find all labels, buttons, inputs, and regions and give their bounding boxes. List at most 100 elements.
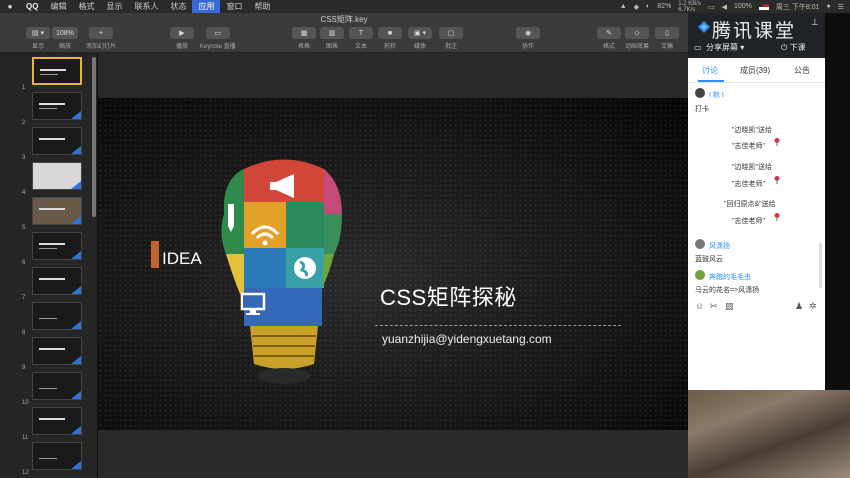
display-button[interactable]: ▤ ▾ 显示 xyxy=(26,27,50,50)
play-button[interactable]: ▶ 播放 xyxy=(170,27,194,50)
message-text: 蓝鼓风云 xyxy=(695,256,723,263)
slide-thumbnail[interactable]: 9 xyxy=(0,337,92,371)
avatar[interactable] xyxy=(695,239,705,249)
idea-bar xyxy=(151,241,159,268)
comment-button[interactable]: ▢ 批注 xyxy=(439,27,463,50)
menu-view[interactable]: 显示 xyxy=(100,0,128,13)
document-title[interactable]: CSS矩阵.key xyxy=(0,14,688,25)
classroom-logo-text: 腾讯课堂 xyxy=(712,21,797,42)
slide-canvas[interactable]: IDEA CSS矩阵探秘 yuanzhijia@yidengxuetang.co… xyxy=(98,53,688,478)
menu-contacts[interactable]: 联系人 xyxy=(128,0,164,13)
menu-qq[interactable]: QQ xyxy=(20,0,44,13)
chat-scrollbar[interactable] xyxy=(819,243,822,288)
wifi-icon[interactable]: ◐ xyxy=(646,3,650,10)
message-user[interactable]: I 默 I xyxy=(709,90,724,100)
active-tab-indicator xyxy=(698,80,724,82)
table-button[interactable]: ▦ 表格 xyxy=(292,27,316,50)
net-down: 6.7K/s xyxy=(678,6,696,13)
display-icon[interactable]: ▭ xyxy=(708,3,715,11)
shape-button[interactable]: ■ 形状 xyxy=(378,27,402,50)
menu-apps[interactable]: 应用 xyxy=(192,0,221,13)
menu-edit[interactable]: 编辑 xyxy=(44,0,72,13)
screen: ● QQ 编辑 格式 显示 联系人 状态 应用 窗口 帮助 ▲ ◆ ◐ 82% … xyxy=(0,0,850,478)
siri-icon[interactable]: ● xyxy=(826,3,830,10)
chart-button[interactable]: ▥ 图表 xyxy=(320,27,344,50)
end-class-button[interactable]: ⏻ 下课 xyxy=(781,42,806,53)
media-button[interactable]: ▣ ▾ 媒体 xyxy=(408,27,432,50)
apple-icon[interactable]: ● xyxy=(0,2,20,11)
message-user[interactable]: 奔跑的毛毛虫 xyxy=(709,272,751,282)
navigator-scrollbar[interactable] xyxy=(92,57,96,217)
settings-icon[interactable]: ✲ xyxy=(809,301,817,312)
member-settings-icon[interactable]: ♟ xyxy=(795,301,803,312)
volume-icon[interactable]: ◀ xyxy=(722,3,727,11)
sidebar-icon: ▤ ▾ xyxy=(26,27,50,39)
pin-icon[interactable]: ⊥ xyxy=(811,17,819,28)
comment-icon: ▢ xyxy=(439,27,463,39)
text-icon: T xyxy=(349,27,373,39)
clock[interactable]: 周三 下午8:01 xyxy=(776,2,820,12)
tab-members[interactable]: 成员(39) xyxy=(740,65,770,76)
slide-thumbnail[interactable]: 4 xyxy=(0,162,92,196)
share-screen-icon: ▭ xyxy=(694,43,702,52)
notification-icon[interactable]: ◆ xyxy=(634,3,639,11)
gift-from: "回归原点&"送给 xyxy=(724,201,776,208)
scissors-icon[interactable]: ✂ xyxy=(710,301,718,312)
slide-thumbnail[interactable]: 12 xyxy=(0,442,92,476)
slide-thumbnail[interactable]: 8 xyxy=(0,302,92,336)
avatar[interactable] xyxy=(695,88,705,98)
gift-to: "志佳老师" xyxy=(732,143,765,150)
chart-icon: ▥ xyxy=(320,27,344,39)
emoji-icon[interactable]: ☺ xyxy=(695,301,704,311)
gift-to: "志佳老师" xyxy=(732,181,765,188)
classroom-chat-panel: 讨论 成员(39) 公告 I 默 I 打卡 "边晓凯"送给 "志佳老师" "边晓… xyxy=(688,58,825,390)
slide-thumbnail[interactable]: 10 xyxy=(0,372,92,406)
plus-icon: + xyxy=(89,27,113,39)
menu-status[interactable]: 状态 xyxy=(164,0,192,13)
shape-icon: ■ xyxy=(378,27,402,39)
slide-thumbnail[interactable]: 5 xyxy=(0,197,92,231)
keynote-toolbar: CSS矩阵.key ▤ ▾ 显示 108% 缩放 + 添加幻灯片 ▶ 播放 ▭ Keyno… xyxy=(0,13,688,53)
slide-thumbnail[interactable]: 6 xyxy=(0,232,92,266)
slide-thumbnail[interactable]: 11 xyxy=(0,407,92,441)
slide-thumbnail[interactable]: 2 xyxy=(0,92,92,126)
play-icon: ▶ xyxy=(170,27,194,39)
slide-thumbnail[interactable]: 1 xyxy=(0,57,92,91)
rose-icon xyxy=(774,213,780,221)
bell-icon[interactable]: ▲ xyxy=(620,3,627,10)
list-icon[interactable]: ☰ xyxy=(838,3,844,11)
message-user[interactable]: 风潇扬 xyxy=(709,241,730,251)
rose-icon xyxy=(774,138,780,146)
keynote-live-button[interactable]: ▭ Keynote 直播 xyxy=(200,27,236,50)
slide-thumbnail[interactable]: 7 xyxy=(0,267,92,301)
tencent-classroom-logo-icon xyxy=(698,21,710,33)
collaborate-button[interactable]: ◉ 协作 xyxy=(516,27,540,50)
add-slide-button[interactable]: + 添加幻灯片 xyxy=(86,27,116,50)
zoom-control[interactable]: 108% 缩放 xyxy=(52,27,78,50)
idea-text: IDEA xyxy=(162,249,202,268)
current-slide[interactable]: IDEA CSS矩阵探秘 yuanzhijia@yidengxuetang.co… xyxy=(98,98,688,430)
globe-icon xyxy=(294,257,316,279)
brush-icon: ✎ xyxy=(597,27,621,39)
menu-window[interactable]: 窗口 xyxy=(220,0,248,13)
menu-format[interactable]: 格式 xyxy=(72,0,100,13)
message-text: 打卡 xyxy=(695,106,709,113)
slide-thumbnail[interactable]: 3 xyxy=(0,127,92,161)
tab-announcement[interactable]: 公告 xyxy=(794,65,810,76)
battery2-percent: 100% xyxy=(734,3,752,10)
flag-icon[interactable] xyxy=(758,3,769,10)
avatar[interactable] xyxy=(695,270,705,280)
gift-from: "边晓凯"送给 xyxy=(732,127,772,134)
share-screen-button[interactable]: 分享屏幕 ▾ xyxy=(706,42,744,53)
lightbulb-puzzle-graphic xyxy=(221,159,342,384)
format-button[interactable]: ✎ 格式 xyxy=(597,27,621,50)
image-icon[interactable]: ▨ xyxy=(725,301,734,312)
chat-tabs: 讨论 成员(39) 公告 xyxy=(688,58,825,83)
menu-help[interactable]: 帮助 xyxy=(248,0,276,13)
tab-discussion[interactable]: 讨论 xyxy=(702,65,718,76)
text-button[interactable]: T 文本 xyxy=(349,27,373,50)
document-button[interactable]: ▯ 文稿 xyxy=(655,27,679,50)
desktop-wallpaper xyxy=(688,390,850,478)
animate-button[interactable]: ◇ 动画效果 xyxy=(625,27,649,50)
document-icon: ▯ xyxy=(655,27,679,39)
